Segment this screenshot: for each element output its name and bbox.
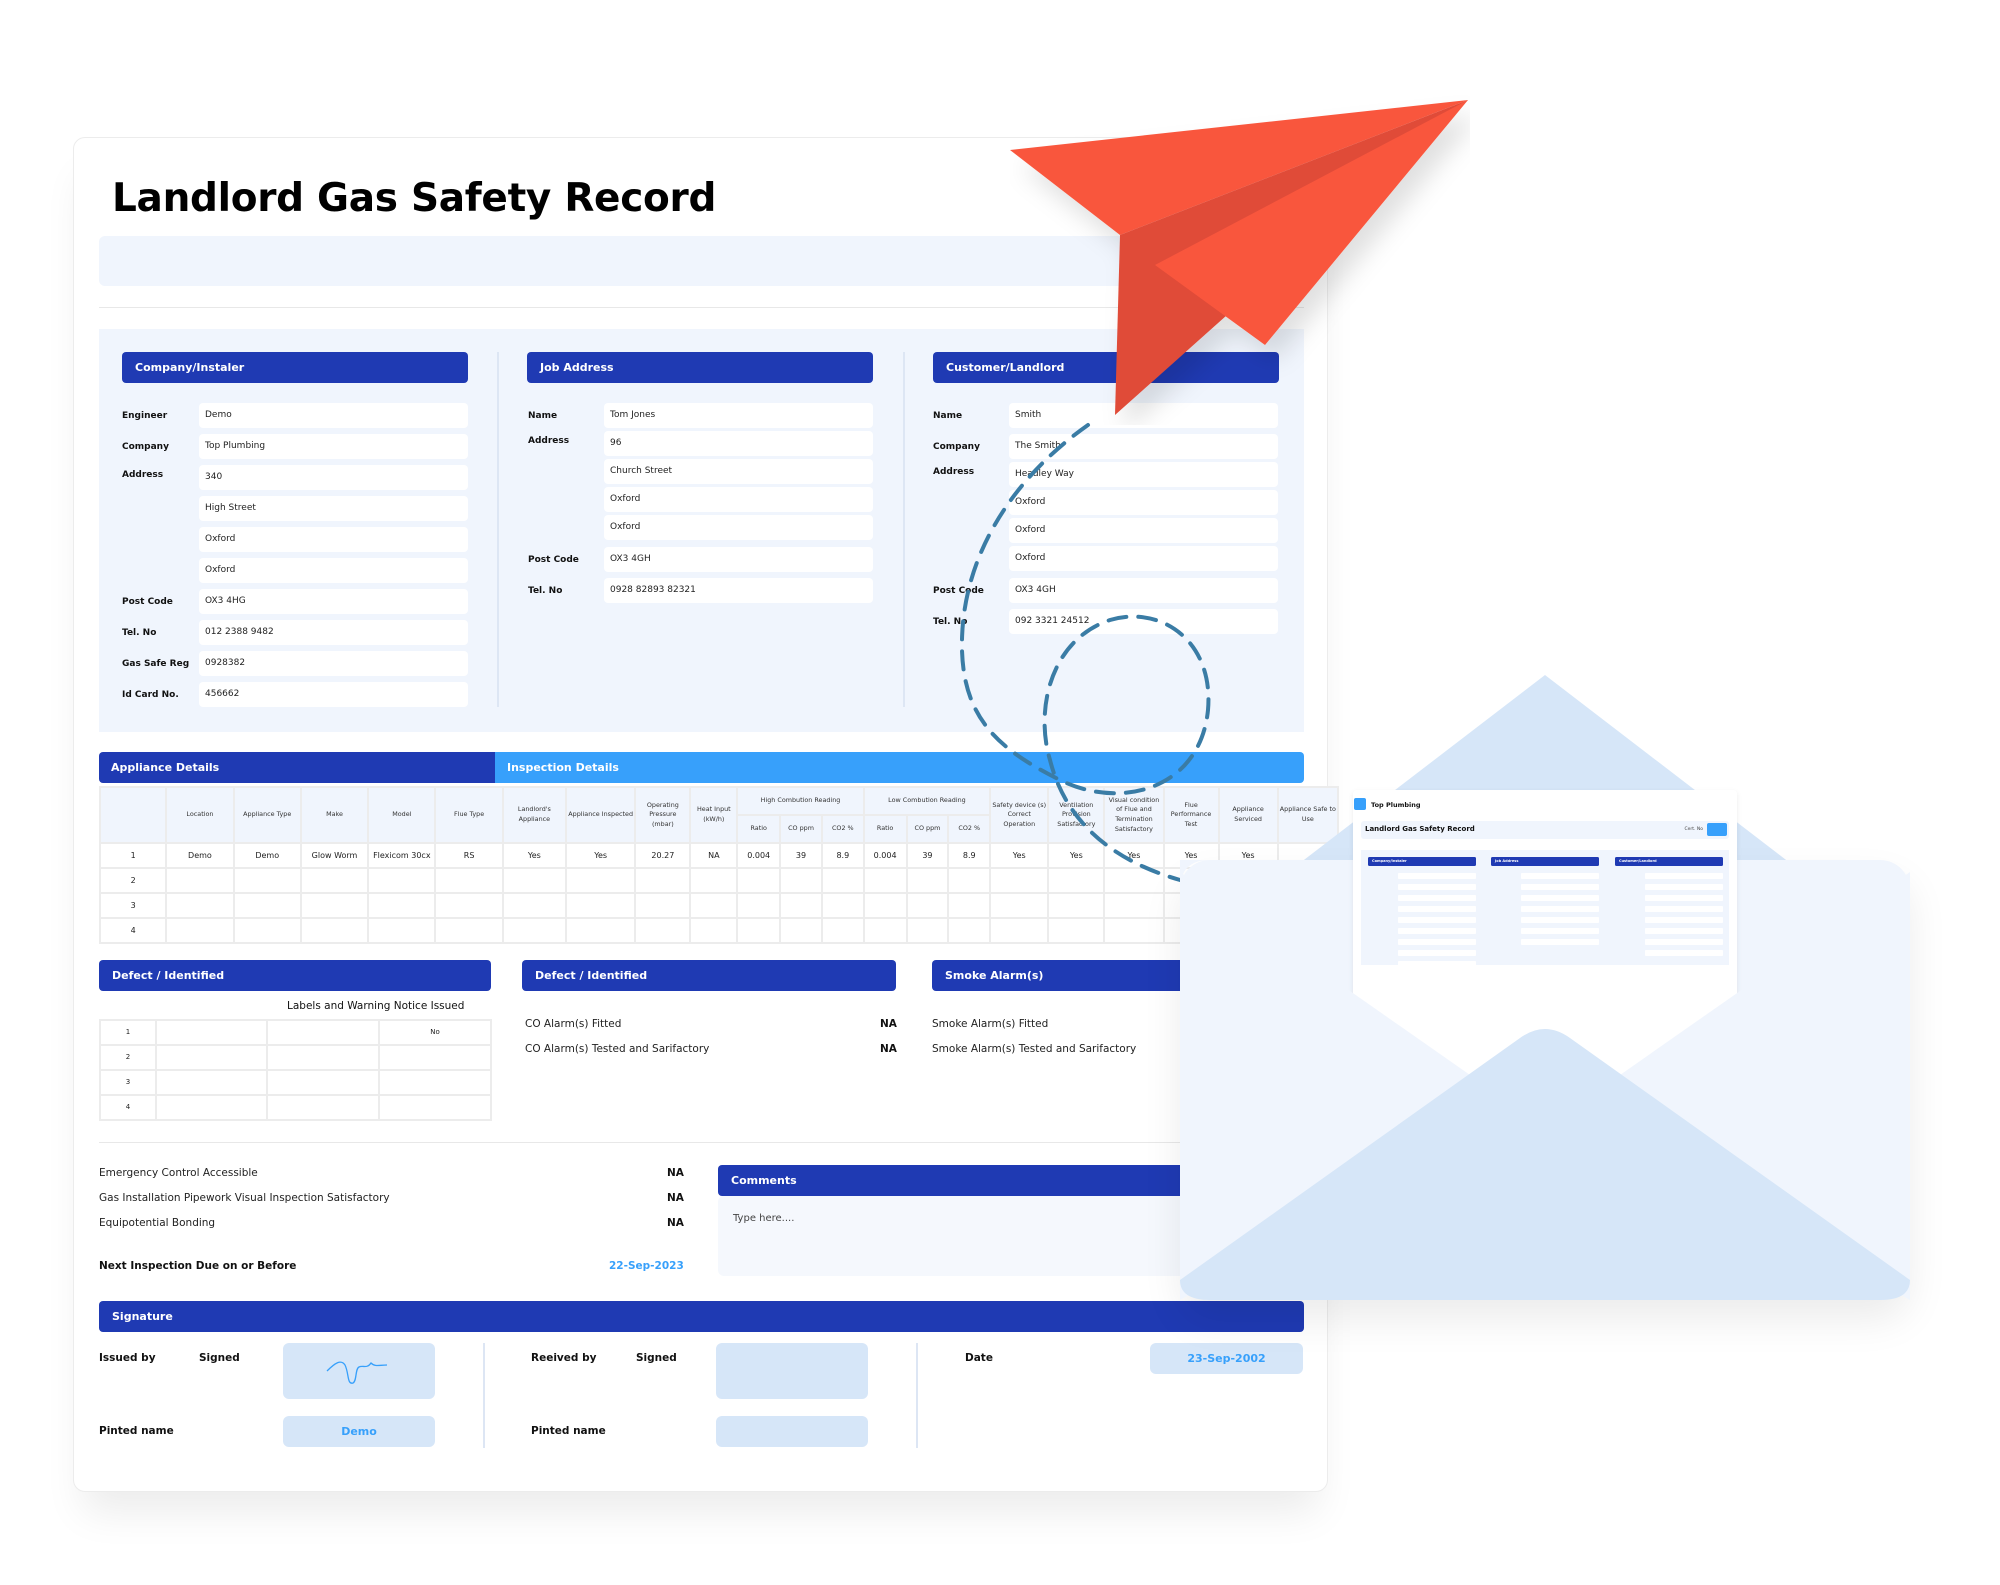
preview-title: Landlord Gas Safety Record xyxy=(1365,825,1475,833)
preview-brand: Top Plumbing xyxy=(1371,801,1421,809)
preview-cert-label: Cert. No xyxy=(1684,827,1703,832)
paper-plane-icon xyxy=(1010,100,1468,415)
envelope-front xyxy=(1180,860,1910,1300)
brand-logo-icon xyxy=(1354,798,1366,810)
preview-cert-value xyxy=(1707,823,1727,836)
